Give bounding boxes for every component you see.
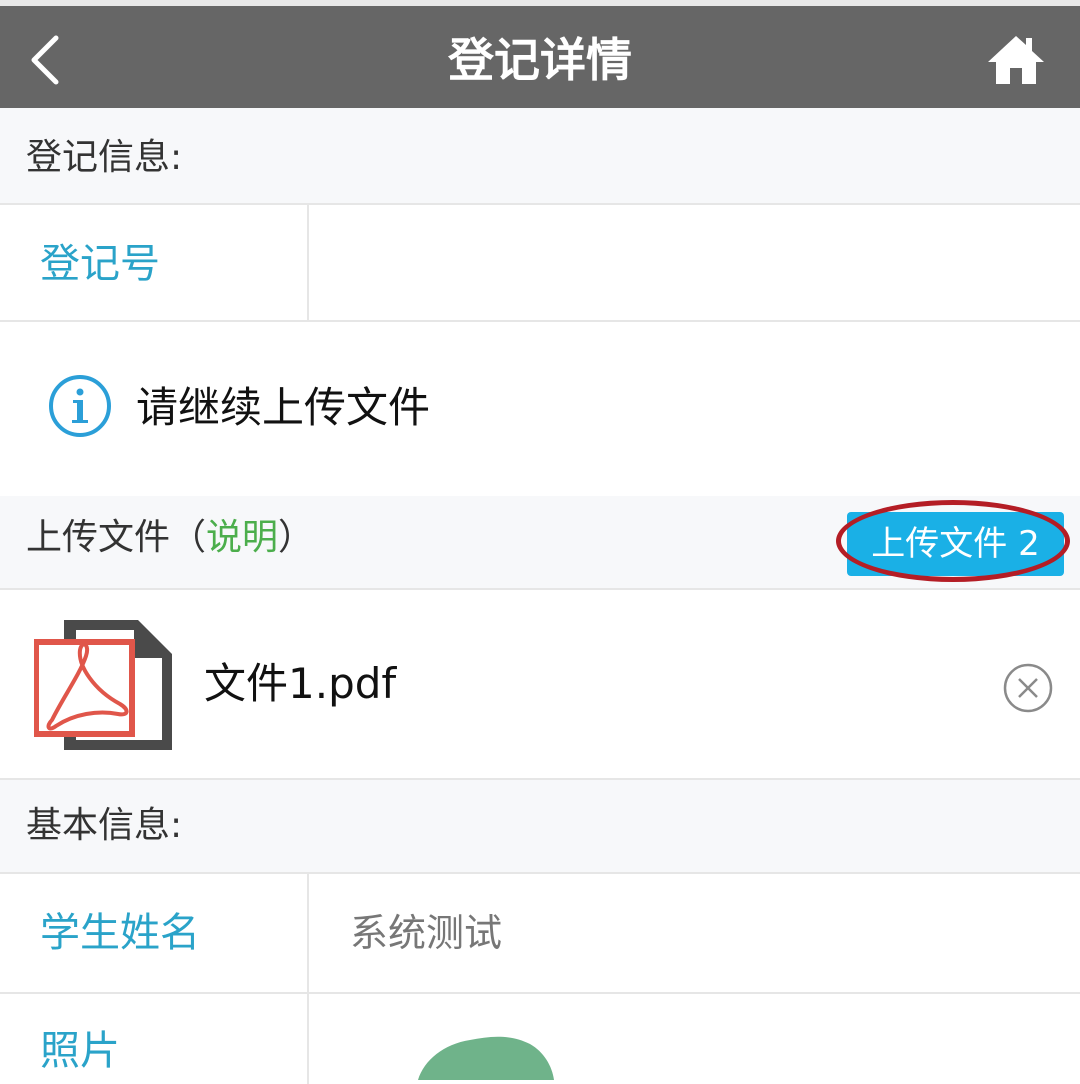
basic-info-section-header: 基本信息: bbox=[0, 780, 1080, 874]
upload-file-button[interactable]: 上传文件 2 bbox=[847, 512, 1064, 576]
upload-section-title: 上传文件（说明） bbox=[26, 516, 314, 560]
field-value-student-name: 系统测试 bbox=[350, 911, 503, 955]
column-divider bbox=[307, 994, 309, 1084]
top-nav-bar: 登记详情 bbox=[0, 0, 1080, 108]
column-divider bbox=[307, 205, 309, 320]
explain-link[interactable]: 说明 bbox=[206, 517, 278, 558]
column-divider bbox=[307, 874, 309, 992]
section-label: 登记信息: bbox=[26, 137, 183, 178]
photo-thumbnail[interactable] bbox=[414, 1030, 554, 1080]
student-name-row: 学生姓名 系统测试 bbox=[0, 874, 1080, 994]
registration-number-row: 登记号 bbox=[0, 205, 1080, 322]
field-key-photo: 照片 bbox=[40, 1028, 120, 1074]
notice-text: 请继续上传文件 bbox=[136, 383, 431, 432]
home-button[interactable] bbox=[986, 32, 1046, 88]
registration-section-header: 登记信息: bbox=[0, 108, 1080, 205]
paren-close: ） bbox=[278, 517, 315, 558]
upload-label: 上传文件 bbox=[26, 517, 171, 558]
info-icon bbox=[49, 375, 111, 437]
home-icon bbox=[988, 36, 1044, 84]
section-label: 基本信息: bbox=[26, 805, 183, 846]
paren-open: （ bbox=[170, 517, 207, 558]
page-title: 登记详情 bbox=[448, 33, 632, 87]
field-key-student-name: 学生姓名 bbox=[40, 910, 200, 956]
pdf-file-icon bbox=[34, 620, 172, 750]
file-name[interactable]: 文件1.pdf bbox=[204, 656, 396, 712]
field-key-registration-number: 登记号 bbox=[40, 241, 160, 287]
close-circle-icon[interactable] bbox=[1002, 662, 1054, 714]
